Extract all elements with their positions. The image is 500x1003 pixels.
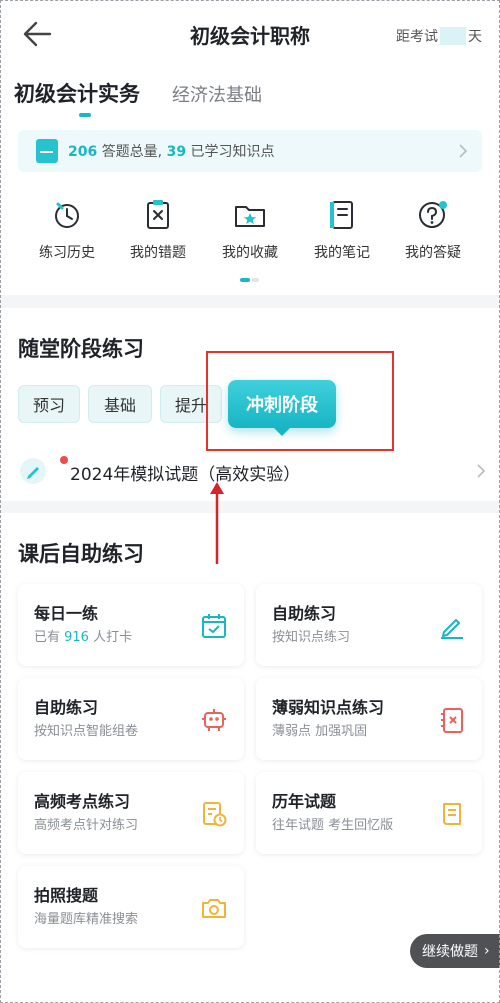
chevron-right-icon: ›	[484, 943, 490, 959]
checkin-prefix: 已有	[34, 630, 65, 645]
shortcut-label: 我的收藏	[222, 245, 278, 261]
chevron-right-icon	[477, 464, 486, 478]
card-title: 自助练习	[272, 604, 337, 623]
checkin-count: 916	[64, 630, 89, 645]
new-badge-dot	[60, 456, 68, 464]
countdown-prefix: 距考试	[396, 29, 438, 45]
pen-icon	[20, 458, 46, 484]
shortcut-practice-history[interactable]: 练习历史	[21, 198, 113, 262]
stats-bar[interactable]: 206 答题总量, 39 已学习知识点	[18, 130, 482, 172]
card-self-practice-by-point[interactable]: 自助练习 按知识点练习	[256, 584, 482, 666]
shortcut-label: 我的错题	[130, 245, 186, 261]
shortcut-notes[interactable]: 我的笔记	[296, 198, 388, 262]
stats-text: 206 答题总量, 39 已学习知识点	[68, 141, 275, 161]
shortcut-row: 练习历史 我的错题 我的收藏 我的笔记 我的答疑	[0, 198, 500, 268]
card-title: 历年试题	[272, 792, 337, 811]
card-subtitle: 按知识点练习	[272, 630, 351, 645]
card-subtitle: 高频考点针对练习	[34, 818, 139, 833]
stage-practice-title: 随堂阶段练习	[18, 337, 144, 361]
card-subtitle: 已有 916 人打卡	[34, 626, 132, 645]
report-icon	[36, 139, 58, 163]
card-daily-practice[interactable]: 每日一练 已有 916 人打卡	[18, 584, 244, 666]
clock-doc-icon	[203, 802, 227, 827]
card-high-frequency[interactable]: 高频考点练习 高频考点针对练习	[18, 772, 244, 854]
page-dot-active	[240, 278, 250, 282]
card-past-exams[interactable]: 历年试题 往年试题 考生回忆版	[256, 772, 482, 854]
page-dot	[252, 278, 259, 282]
knowledge-points-count: 39	[166, 144, 187, 160]
card-subtitle: 按知识点智能组卷	[34, 724, 139, 739]
mock-exam-title: 2024年模拟试题（高效实验）	[70, 465, 301, 485]
card-title: 拍照搜题	[34, 886, 99, 905]
questions-label: 答题总量,	[101, 144, 163, 160]
weak-book-icon	[441, 708, 463, 733]
favorites-folder-icon	[235, 206, 265, 227]
shortcut-label: 我的笔记	[314, 245, 370, 261]
card-subtitle: 海量题库精准搜索	[34, 912, 139, 927]
question-answer-icon	[419, 201, 447, 228]
active-tab-indicator	[79, 113, 91, 117]
wrong-questions-icon	[147, 200, 169, 229]
history-icon	[55, 202, 79, 228]
card-subtitle: 薄弱点 加强巩固	[272, 724, 368, 739]
questions-total: 206	[68, 144, 98, 160]
tab-economic-law[interactable]: 经济法基础	[172, 81, 262, 107]
shortcut-label: 我的答疑	[405, 245, 461, 261]
countdown-days-redacted	[440, 27, 466, 45]
card-smart-paper[interactable]: 自助练习 按知识点智能组卷	[18, 678, 244, 760]
exam-countdown: 距考试 天	[396, 26, 482, 46]
shortcut-favorites[interactable]: 我的收藏	[204, 198, 296, 262]
continue-label: 继续做题	[422, 944, 478, 960]
shortcut-wrong-questions[interactable]: 我的错题	[112, 198, 204, 262]
scroll-doc-icon	[443, 803, 461, 825]
card-title: 每日一练	[34, 604, 99, 623]
annotation-arrow-icon	[210, 482, 224, 564]
checkin-suffix: 人打卡	[88, 630, 133, 645]
countdown-suffix: 天	[468, 29, 482, 45]
card-title: 高频考点练习	[34, 792, 131, 811]
camera-icon	[202, 899, 226, 918]
self-practice-title: 课后自助练习	[18, 542, 144, 566]
stage-preview-button[interactable]: 预习	[18, 385, 80, 423]
annotation-highlight-box	[206, 351, 394, 451]
card-title: 自助练习	[34, 698, 99, 717]
pencil-icon	[441, 619, 463, 639]
card-title: 薄弱知识点练习	[272, 698, 385, 717]
card-weak-points[interactable]: 薄弱知识点练习 薄弱点 加强巩固	[256, 678, 482, 760]
pagination-dots	[240, 278, 260, 282]
mock-exam-item[interactable]: 2024年模拟试题（高效实验）	[0, 452, 500, 492]
continue-practice-button[interactable]: 继续做题 ›	[410, 934, 500, 968]
chevron-right-icon	[459, 144, 468, 158]
knowledge-label: 已学习知识点	[190, 144, 275, 160]
notes-icon	[330, 201, 353, 229]
shortcut-my-questions[interactable]: 我的答疑	[387, 198, 479, 262]
stage-basic-button[interactable]: 基础	[88, 385, 152, 423]
tab-accounting-practice[interactable]: 初级会计实务	[14, 78, 140, 108]
robot-icon	[202, 709, 226, 731]
calendar-check-icon	[202, 614, 226, 638]
shortcut-label: 练习历史	[39, 245, 95, 261]
card-subtitle: 往年试题 考生回忆版	[272, 818, 394, 833]
card-photo-search[interactable]: 拍照搜题 海量题库精准搜索	[18, 866, 244, 948]
